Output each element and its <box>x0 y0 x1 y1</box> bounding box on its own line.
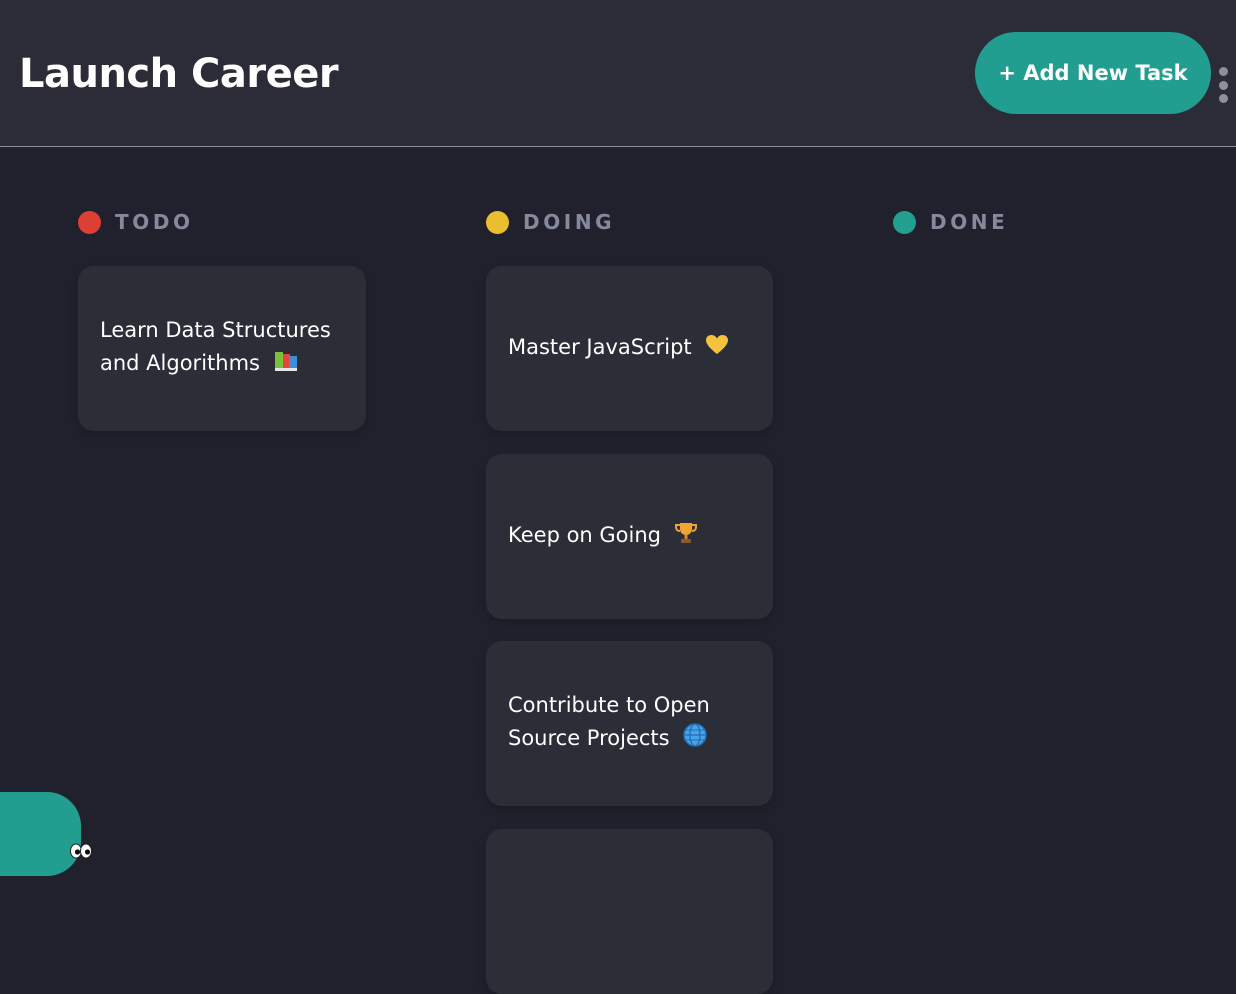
menu-dot <box>1219 81 1228 90</box>
books-icon <box>273 349 299 383</box>
add-new-task-button[interactable]: + Add New Task <box>975 32 1211 114</box>
status-dot-done <box>893 211 916 234</box>
eyes-icon <box>69 843 93 859</box>
column-label-doing: DOING <box>523 210 616 234</box>
column-label-done: DONE <box>930 210 1009 234</box>
status-dot-doing <box>486 211 509 234</box>
column-label-todo: TODO <box>115 210 194 234</box>
task-card[interactable]: Keep on Going <box>486 454 773 619</box>
floating-action-button[interactable] <box>0 792 92 876</box>
task-card-content: Contribute to Open Source Projects <box>508 689 751 758</box>
task-card[interactable]: Contribute to Open Source Projects <box>486 641 773 806</box>
task-card-content: Keep on Going <box>508 519 698 555</box>
task-card[interactable]: Learn Data Structures and Algorithms <box>78 266 366 431</box>
board-title: Launch Career <box>19 51 339 97</box>
yellow-heart-icon <box>704 333 730 367</box>
task-card-content: Learn Data Structures and Algorithms <box>100 314 344 383</box>
task-title: Master JavaScript <box>508 334 692 359</box>
trophy-icon <box>674 521 698 555</box>
menu-dot <box>1219 94 1228 103</box>
task-card-content: Master JavaScript <box>508 331 730 367</box>
task-title: Keep on Going <box>508 522 661 547</box>
task-title: Contribute to Open Source Projects <box>508 693 710 750</box>
kebab-menu-icon[interactable] <box>1216 66 1232 106</box>
menu-dot <box>1219 67 1228 76</box>
status-dot-todo <box>78 211 101 234</box>
globe-icon <box>682 722 708 758</box>
task-card[interactable] <box>486 829 773 994</box>
task-card[interactable]: Master JavaScript <box>486 266 773 431</box>
app-header: Launch Career + Add New Task <box>0 0 1236 147</box>
